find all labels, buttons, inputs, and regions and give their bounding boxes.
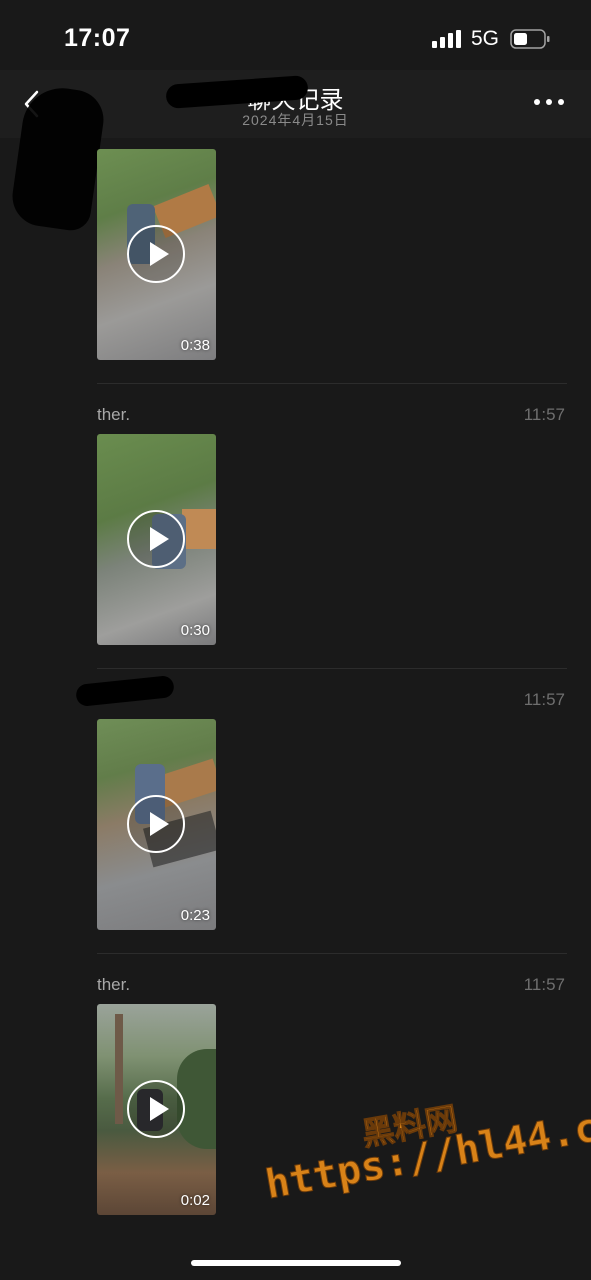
video-duration: 0:23	[180, 907, 210, 924]
home-indicator[interactable]	[191, 1260, 401, 1266]
message-divider	[97, 953, 567, 954]
video-duration: 0:38	[180, 337, 210, 354]
message-item: ther. 11:57	[97, 975, 567, 999]
video-message-thumbnail[interactable]: 0:02	[97, 1004, 216, 1215]
message-sender: ther.	[97, 975, 131, 994]
video-message-thumbnail[interactable]: 0:38	[97, 149, 216, 360]
more-horizontal-icon[interactable]	[532, 96, 566, 108]
play-icon[interactable]	[126, 794, 186, 854]
message-item: ther. 11:57	[97, 405, 567, 429]
signal-icon	[432, 30, 461, 48]
play-icon[interactable]	[126, 1079, 186, 1139]
video-message-thumbnail[interactable]: 0:23	[97, 719, 216, 930]
network-type: 5G	[471, 27, 500, 50]
video-duration: 0:02	[180, 1192, 210, 1209]
message-divider	[97, 383, 567, 384]
video-duration: 0:30	[180, 622, 210, 639]
message-divider	[97, 668, 567, 669]
message-sender: ther.	[97, 405, 131, 424]
message-item: 11:57	[97, 690, 567, 714]
status-bar: 17:07 5G	[0, 0, 591, 70]
message-time: 11:57	[523, 405, 565, 424]
message-time: 11:57	[523, 690, 565, 709]
play-icon[interactable]	[126, 509, 186, 569]
battery-icon	[510, 29, 550, 49]
play-icon[interactable]	[126, 224, 186, 284]
status-time: 17:07	[64, 24, 131, 52]
video-message-thumbnail[interactable]: 0:30	[97, 434, 216, 645]
message-time: 11:57	[523, 975, 565, 994]
